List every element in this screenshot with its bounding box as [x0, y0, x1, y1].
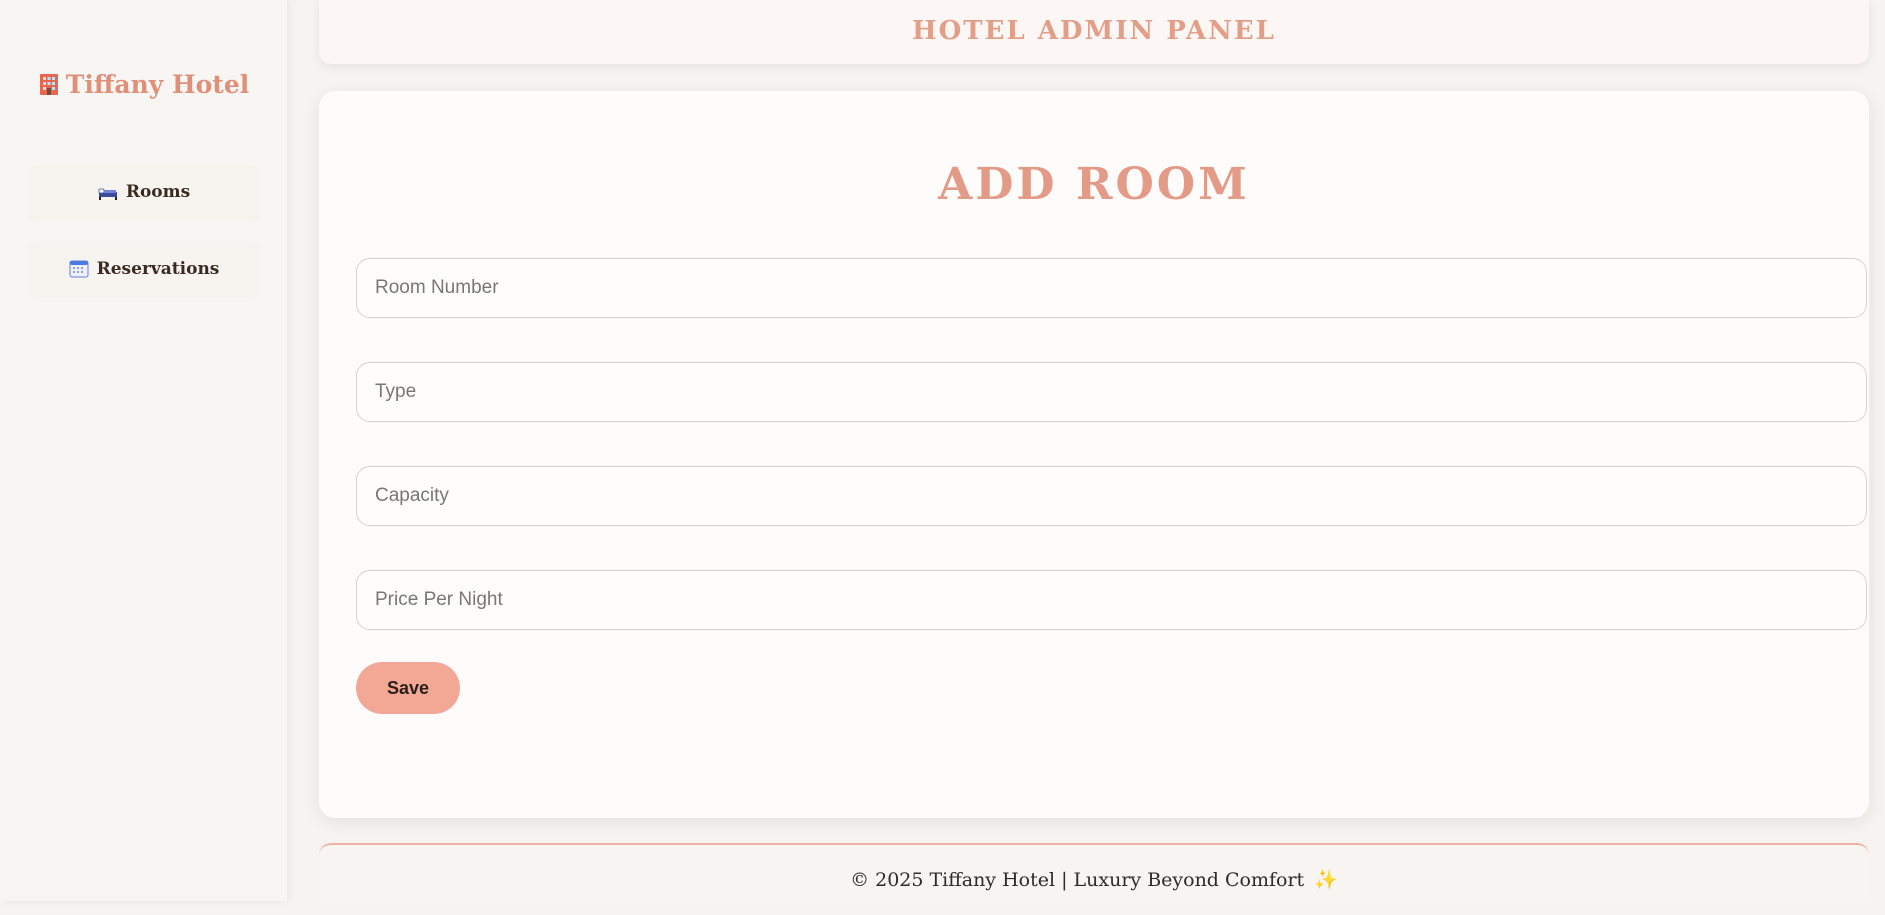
- header-bar: HOTEL ADMIN PANEL: [319, 0, 1869, 64]
- sidebar-item-rooms[interactable]: Rooms: [29, 165, 259, 219]
- add-room-card: ADD ROOM Save: [319, 91, 1869, 818]
- room-type-input[interactable]: [356, 362, 1867, 422]
- hotel-icon: [38, 72, 60, 96]
- bed-icon: [98, 183, 118, 201]
- page-header-title: HOTEL ADMIN PANEL: [912, 16, 1276, 46]
- brand-logo[interactable]: Tiffany Hotel: [0, 70, 287, 99]
- room-number-input[interactable]: [356, 258, 1867, 318]
- footer-text: © 2025 Tiffany Hotel | Luxury Beyond Com…: [850, 869, 1305, 891]
- price-per-night-input[interactable]: [356, 570, 1867, 630]
- sidebar-item-reservations[interactable]: Reservations: [29, 242, 259, 296]
- sidebar-item-label: Reservations: [96, 259, 220, 279]
- sidebar: Tiffany Hotel Rooms Reservations: [0, 0, 287, 901]
- footer: © 2025 Tiffany Hotel | Luxury Beyond Com…: [319, 843, 1869, 903]
- form-title: ADD ROOM: [938, 159, 1250, 210]
- sparkles-icon: ✨: [1314, 869, 1338, 891]
- save-button[interactable]: Save: [356, 662, 460, 714]
- brand-name: Tiffany Hotel: [65, 70, 250, 99]
- calendar-icon: [69, 260, 89, 278]
- capacity-input[interactable]: [356, 466, 1867, 526]
- sidebar-item-label: Rooms: [125, 182, 191, 202]
